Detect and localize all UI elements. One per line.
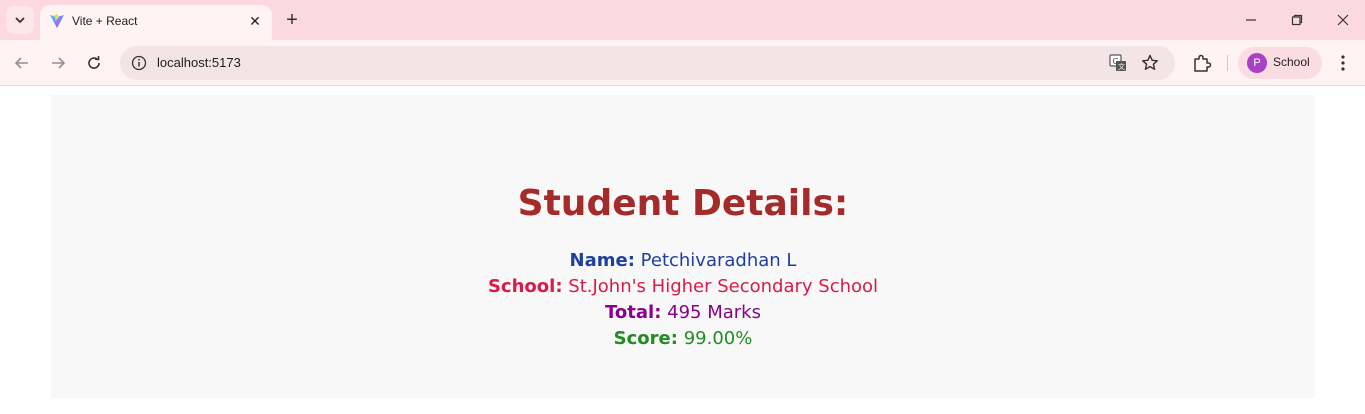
minimize-icon[interactable]	[1239, 8, 1263, 32]
close-tab-icon[interactable]: ✕	[246, 12, 264, 30]
browser-toolbar: localhost:5173 G文 P School	[0, 40, 1365, 86]
back-button[interactable]	[10, 51, 34, 75]
reload-icon	[88, 56, 100, 69]
name-row: Name: Petchivaradhan L	[51, 248, 1315, 274]
tab-title: Vite + React	[72, 14, 138, 28]
tab-search-button[interactable]	[6, 6, 34, 34]
total-value: 495 Marks	[667, 302, 761, 323]
vite-logo-icon	[50, 14, 64, 28]
extensions-puzzle-icon[interactable]	[1190, 51, 1214, 75]
tab-vite-react[interactable]: Vite + React ✕	[40, 5, 272, 40]
page-title: Student Details:	[517, 183, 849, 224]
name-value: Petchivaradhan L	[640, 250, 797, 271]
profile-name: School	[1273, 55, 1310, 69]
more-menu-icon[interactable]	[1333, 51, 1353, 75]
address-bar[interactable]: localhost:5173 G文	[120, 46, 1175, 80]
school-value: St.John's Higher Secondary School	[568, 276, 879, 297]
arrow-left-icon	[14, 57, 28, 69]
reload-button[interactable]	[82, 51, 106, 75]
score-row: Score: 99.00%	[51, 326, 1315, 352]
new-tab-button[interactable]: +	[280, 8, 304, 32]
svg-text:文: 文	[1118, 62, 1125, 71]
avatar: P	[1247, 53, 1267, 73]
tab-strip: Vite + React ✕ +	[0, 0, 1365, 40]
arrow-right-icon	[52, 57, 66, 69]
total-label: Total:	[605, 302, 662, 323]
url-text[interactable]: localhost:5173	[157, 55, 241, 70]
translate-icon[interactable]: G文	[1108, 53, 1128, 73]
toolbar-divider	[1227, 55, 1228, 71]
score-label: Score:	[613, 328, 678, 349]
chevron-down-icon	[15, 17, 25, 24]
close-window-icon[interactable]	[1331, 8, 1355, 32]
student-card: Student Details: Name: Petchivaradhan L …	[51, 95, 1315, 398]
forward-button[interactable]	[46, 51, 70, 75]
school-label: School:	[487, 276, 563, 297]
school-row: School: St.John's Higher Secondary Schoo…	[51, 274, 1315, 300]
restore-icon[interactable]	[1285, 8, 1309, 32]
score-value: 99.00%	[683, 328, 753, 349]
page-viewport: Student Details: Name: Petchivaradhan L …	[0, 87, 1365, 414]
name-label: Name:	[569, 250, 635, 271]
bookmark-star-icon[interactable]	[1140, 53, 1160, 73]
total-row: Total: 495 Marks	[51, 300, 1315, 326]
site-info-icon[interactable]	[129, 53, 149, 73]
profile-button[interactable]: P School	[1238, 47, 1322, 79]
student-details: Name: Petchivaradhan L School: St.John's…	[51, 248, 1315, 352]
